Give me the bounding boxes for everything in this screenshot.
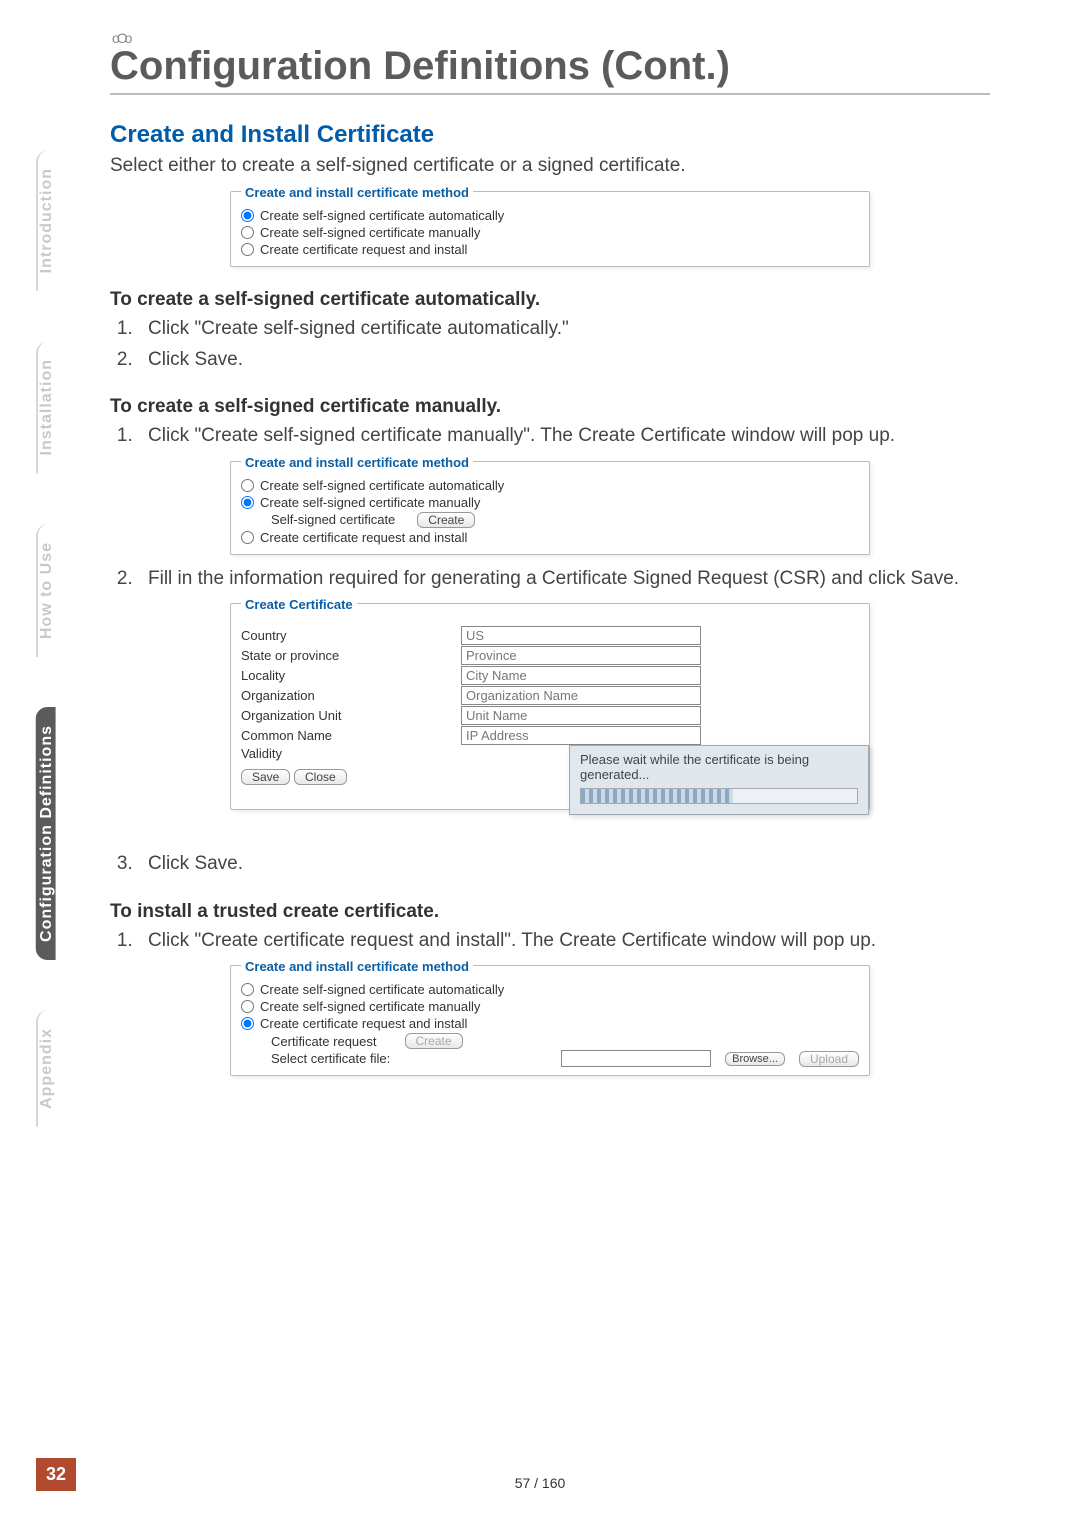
radio-label: Create self-signed certificate automatic… xyxy=(260,208,504,223)
input-organization[interactable] xyxy=(461,686,701,705)
radio-label: Create self-signed certificate manually xyxy=(260,225,480,240)
heading-install: To install a trusted create certificate. xyxy=(110,901,990,923)
label-common-name: Common Name xyxy=(241,728,461,743)
radio-auto[interactable] xyxy=(241,983,254,996)
create-button[interactable]: Create xyxy=(417,512,475,528)
fieldset-legend: Create and install certificate method xyxy=(241,185,473,200)
fieldset-legend: Create and install certificate method xyxy=(241,959,473,974)
progress-overlay: Please wait while the certificate is bei… xyxy=(569,745,869,815)
radio-label: Create self-signed certificate manually xyxy=(260,495,480,510)
input-country[interactable] xyxy=(461,626,701,645)
nav-introduction[interactable]: Introduction xyxy=(36,150,56,291)
list-item: Click "Create self-signed certificate au… xyxy=(138,315,990,344)
label-org-unit: Organization Unit xyxy=(241,708,461,723)
upload-button[interactable]: Upload xyxy=(799,1051,859,1067)
label-country: Country xyxy=(241,628,461,643)
list-item: Fill in the information required for gen… xyxy=(138,565,990,594)
radio-manual[interactable] xyxy=(241,496,254,509)
input-common-name[interactable] xyxy=(461,726,701,745)
radio-label: Create certificate request and install xyxy=(260,530,467,545)
radio-label: Create self-signed certificate manually xyxy=(260,999,480,1014)
fieldset-legend: Create and install certificate method xyxy=(241,455,473,470)
select-file-label: Select certificate file: xyxy=(271,1051,390,1066)
pdf-page-indicator: 57 / 160 xyxy=(515,1475,566,1491)
browse-button[interactable]: Browse... xyxy=(725,1052,785,1066)
input-org-unit[interactable] xyxy=(461,706,701,725)
list-item: Click Save. xyxy=(138,850,990,879)
label-locality: Locality xyxy=(241,668,461,683)
screenshot-create-certificate-form: Create Certificate Country State or prov… xyxy=(230,603,870,810)
section-lead: Select either to create a self-signed ce… xyxy=(110,155,990,177)
label-organization: Organization xyxy=(241,688,461,703)
label-state: State or province xyxy=(241,648,461,663)
nav-installation[interactable]: Installation xyxy=(36,341,56,473)
fieldset-legend: Create Certificate xyxy=(241,597,357,612)
nav-configuration-definitions[interactable]: Configuration Definitions xyxy=(36,707,56,960)
radio-manual[interactable] xyxy=(241,226,254,239)
nav-appendix[interactable]: Appendix xyxy=(36,1010,56,1127)
list-item: Click Save. xyxy=(138,346,990,375)
radio-label: Create certificate request and install xyxy=(260,242,467,257)
self-signed-label: Self-signed certificate xyxy=(271,512,395,527)
heading-auto: To create a self-signed certificate auto… xyxy=(110,289,990,311)
radio-auto[interactable] xyxy=(241,209,254,222)
input-state[interactable] xyxy=(461,646,701,665)
radio-label: Create self-signed certificate automatic… xyxy=(260,478,504,493)
close-button[interactable]: Close xyxy=(294,769,347,785)
list-item: Click "Create self-signed certificate ma… xyxy=(138,422,990,451)
radio-label: Create self-signed certificate automatic… xyxy=(260,982,504,997)
screenshot-cert-method-install: Create and install certificate method Cr… xyxy=(230,965,870,1076)
radio-auto[interactable] xyxy=(241,479,254,492)
create-button[interactable]: Create xyxy=(405,1033,463,1049)
page-title: Configuration Definitions (Cont.) xyxy=(110,44,990,95)
cert-request-label: Certificate request xyxy=(271,1034,377,1049)
progress-message: Please wait while the certificate is bei… xyxy=(580,752,858,782)
file-input[interactable] xyxy=(561,1050,711,1067)
section-heading: Create and Install Certificate xyxy=(110,121,990,149)
heading-manual: To create a self-signed certificate manu… xyxy=(110,396,990,418)
nav-label: Configuration Definitions xyxy=(38,725,56,942)
radio-request-install[interactable] xyxy=(241,243,254,256)
nav-how-to-use[interactable]: How to Use xyxy=(36,524,56,657)
radio-label: Create certificate request and install xyxy=(260,1016,467,1031)
progress-bar xyxy=(580,788,858,804)
radio-request-install[interactable] xyxy=(241,531,254,544)
radio-request-install[interactable] xyxy=(241,1017,254,1030)
save-button[interactable]: Save xyxy=(241,769,290,785)
list-item: Click "Create certificate request and in… xyxy=(138,927,990,956)
input-locality[interactable] xyxy=(461,666,701,685)
side-nav: Introduction Installation How to Use Con… xyxy=(36,150,80,1177)
screenshot-cert-method-manual: Create and install certificate method Cr… xyxy=(230,461,870,555)
label-validity: Validity xyxy=(241,746,461,761)
page-number-box: 32 xyxy=(36,1458,76,1491)
screenshot-cert-method-auto: Create and install certificate method Cr… xyxy=(230,191,870,267)
radio-manual[interactable] xyxy=(241,1000,254,1013)
